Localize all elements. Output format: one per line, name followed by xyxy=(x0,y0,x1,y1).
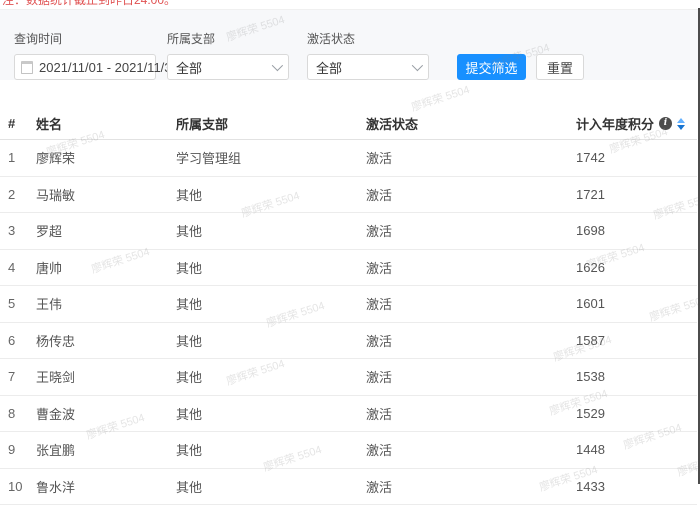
col-header-index: # xyxy=(0,108,28,140)
ranking-table: # 姓名 所属支部 激活状态 计入年度积分 i 1廖辉荣学习管理组激活1742 … xyxy=(0,108,697,505)
col-header-points-label: 计入年度积分 xyxy=(576,114,654,133)
sort-caret-up-icon xyxy=(677,118,685,123)
cell-branch: 其他 xyxy=(168,213,358,250)
cell-branch: 其他 xyxy=(168,286,358,323)
table-row: 9张宜鹏其他激活1448 xyxy=(0,432,697,469)
submit-filter-button[interactable]: 提交筛选 xyxy=(457,54,526,80)
table-row: 10鲁水洋其他激活1433 xyxy=(0,468,697,505)
table-row: 5王伟其他激活1601 xyxy=(0,286,697,323)
cell-index: 2 xyxy=(0,176,28,213)
filter-bar: 查询时间 2021/11/01 - 2021/11/30 所属支部 全部 激活状… xyxy=(0,9,700,80)
cell-status: 激活 xyxy=(358,286,568,323)
cell-name: 王晓剑 xyxy=(28,359,168,396)
cell-name: 罗超 xyxy=(28,213,168,250)
cell-name: 杨传忠 xyxy=(28,322,168,359)
cell-index: 4 xyxy=(0,249,28,286)
notice-strip: 注：数据统计截止到昨日24:00。 xyxy=(0,0,700,9)
table-row: 2马瑞敏其他激活1721 xyxy=(0,176,697,213)
status-filter-label: 激活状态 xyxy=(307,30,429,47)
cell-points: 1698 xyxy=(568,213,697,250)
filter-group-date: 查询时间 2021/11/01 - 2021/11/30 xyxy=(14,30,156,80)
cell-index: 9 xyxy=(0,432,28,469)
reset-button[interactable]: 重置 xyxy=(536,54,584,80)
cell-branch: 其他 xyxy=(168,322,358,359)
cell-points: 1626 xyxy=(568,249,697,286)
cell-name: 马瑞敏 xyxy=(28,176,168,213)
cell-index: 7 xyxy=(0,359,28,396)
info-icon[interactable]: i xyxy=(659,117,672,130)
cell-status: 激活 xyxy=(358,213,568,250)
sort-caret-down-icon xyxy=(677,125,685,130)
table-row: 7王晓剑其他激活1538 xyxy=(0,359,697,396)
cell-index: 5 xyxy=(0,286,28,323)
table-row: 1廖辉荣学习管理组激活1742 xyxy=(0,140,697,177)
cell-status: 激活 xyxy=(358,432,568,469)
cell-branch: 学习管理组 xyxy=(168,140,358,177)
cell-status: 激活 xyxy=(358,176,568,213)
chevron-down-icon xyxy=(272,60,283,71)
status-select[interactable]: 全部 xyxy=(307,54,429,80)
cell-status: 激活 xyxy=(358,322,568,359)
table-row: 3罗超其他激活1698 xyxy=(0,213,697,250)
branch-filter-label: 所属支部 xyxy=(167,30,289,47)
filter-group-status: 激活状态 全部 xyxy=(307,30,429,80)
cell-branch: 其他 xyxy=(168,432,358,469)
table-header-row: # 姓名 所属支部 激活状态 计入年度积分 i xyxy=(0,108,697,140)
col-header-name: 姓名 xyxy=(28,108,168,140)
cell-index: 1 xyxy=(0,140,28,177)
cell-status: 激活 xyxy=(358,359,568,396)
cell-branch: 其他 xyxy=(168,395,358,432)
cell-name: 廖辉荣 xyxy=(28,140,168,177)
date-filter-label: 查询时间 xyxy=(14,30,156,47)
col-header-points: 计入年度积分 i xyxy=(568,108,697,140)
cell-index: 3 xyxy=(0,213,28,250)
cell-points: 1601 xyxy=(568,286,697,323)
table-row: 6杨传忠其他激活1587 xyxy=(0,322,697,359)
branch-select[interactable]: 全部 xyxy=(167,54,289,80)
chevron-down-icon xyxy=(412,60,423,71)
date-range-value: 2021/11/01 - 2021/11/30 xyxy=(39,60,179,75)
cell-status: 激活 xyxy=(358,249,568,286)
cell-points: 1529 xyxy=(568,395,697,432)
cell-points: 1587 xyxy=(568,322,697,359)
col-header-status: 激活状态 xyxy=(358,108,568,140)
cell-status: 激活 xyxy=(358,468,568,505)
cell-index: 6 xyxy=(0,322,28,359)
cell-branch: 其他 xyxy=(168,359,358,396)
table-row: 4唐帅其他激活1626 xyxy=(0,249,697,286)
status-select-value: 全部 xyxy=(316,58,342,77)
cell-branch: 其他 xyxy=(168,468,358,505)
cell-points: 1742 xyxy=(568,140,697,177)
notice-text: 注：数据统计截止到昨日24:00。 xyxy=(2,0,700,7)
branch-select-value: 全部 xyxy=(176,58,202,77)
cell-name: 唐帅 xyxy=(28,249,168,286)
cell-branch: 其他 xyxy=(168,176,358,213)
calendar-icon xyxy=(21,61,33,74)
date-range-input[interactable]: 2021/11/01 - 2021/11/30 xyxy=(14,54,156,80)
cell-branch: 其他 xyxy=(168,249,358,286)
col-header-branch: 所属支部 xyxy=(168,108,358,140)
cell-name: 鲁水洋 xyxy=(28,468,168,505)
cell-points: 1538 xyxy=(568,359,697,396)
cell-index: 10 xyxy=(0,468,28,505)
filter-group-branch: 所属支部 全部 xyxy=(167,30,289,80)
cell-index: 8 xyxy=(0,395,28,432)
cell-points: 1433 xyxy=(568,468,697,505)
cell-points: 1448 xyxy=(568,432,697,469)
cell-name: 曹金波 xyxy=(28,395,168,432)
sort-icon[interactable] xyxy=(677,118,685,130)
cell-name: 张宜鹏 xyxy=(28,432,168,469)
cell-status: 激活 xyxy=(358,395,568,432)
cell-name: 王伟 xyxy=(28,286,168,323)
table-row: 8曹金波其他激活1529 xyxy=(0,395,697,432)
cell-status: 激活 xyxy=(358,140,568,177)
cell-points: 1721 xyxy=(568,176,697,213)
